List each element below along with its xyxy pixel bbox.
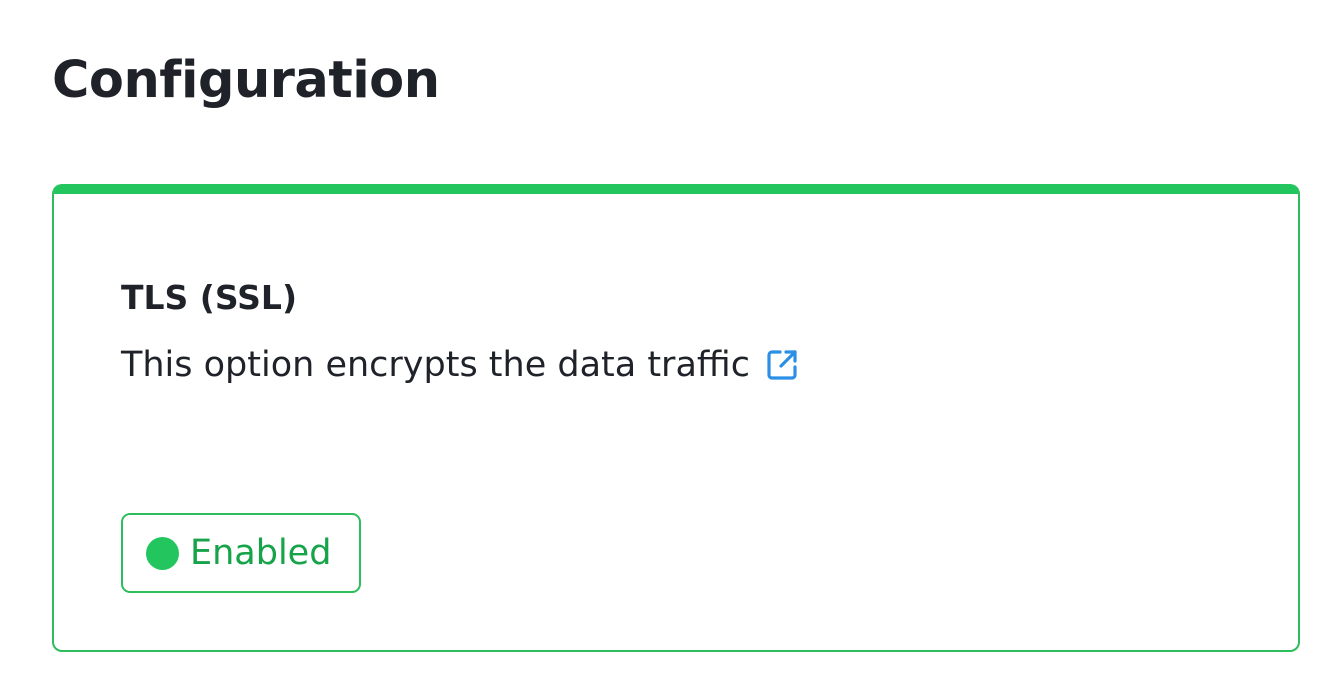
status-dot-icon — [146, 536, 179, 570]
status-label: Enabled — [190, 533, 332, 573]
tls-card-title: TLS (SSL) — [121, 278, 298, 317]
tls-description-text: This option encrypts the data traffic — [121, 345, 750, 385]
page-title: Configuration — [52, 51, 440, 110]
tls-card-description: This option encrypts the data traffic — [121, 340, 800, 390]
tls-card: TLS (SSL) This option encrypts the data … — [52, 184, 1300, 652]
configuration-page: Configuration TLS (SSL) This option encr… — [0, 0, 1330, 690]
external-link-icon[interactable] — [764, 347, 800, 383]
tls-status-badge: Enabled — [121, 513, 361, 593]
